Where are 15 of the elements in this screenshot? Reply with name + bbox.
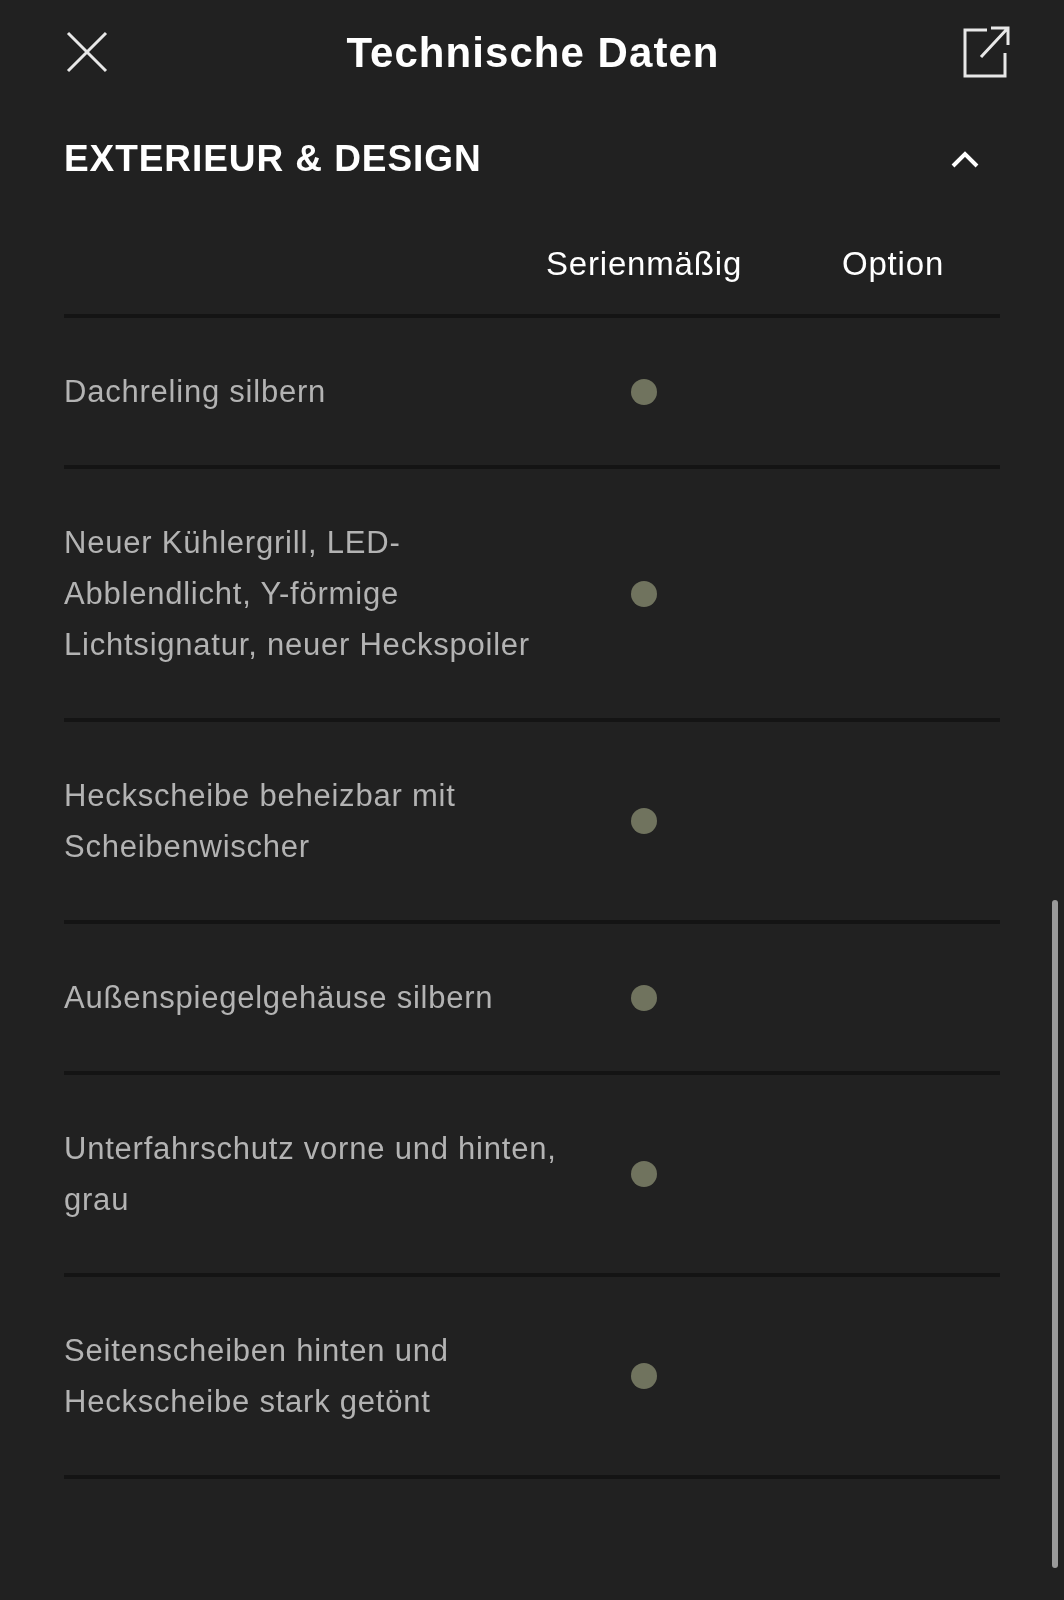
column-header: Option bbox=[841, 244, 945, 285]
feature-label: Unterfahrschutz vorne und hinten, grau bbox=[64, 1130, 558, 1219]
scrollbar-thumb[interactable] bbox=[1052, 900, 1058, 1568]
feature-label: Seitenscheiben hinten und Heckscheibe stark getönt bbox=[64, 1332, 450, 1421]
chevron-up-icon bbox=[950, 149, 980, 169]
feature-label: Heckscheibe beheizbar mit Scheibenwischer bbox=[64, 777, 457, 866]
feature-label: Dachreling silbern bbox=[64, 373, 328, 411]
feature-label: Außenspiegelgehäuse silbern bbox=[64, 979, 495, 1017]
column-header: Serienmäßig bbox=[545, 244, 743, 285]
section-header[interactable]: EXTERIEUR & DESIGN bbox=[64, 104, 1000, 214]
feature-label: Neuer Kühlergrill, LED-Abblendlicht, Y-förmige Lichtsignatur, neuer Heckspoiler bbox=[64, 524, 531, 664]
close-icon bbox=[66, 31, 108, 73]
page-title: Technische Daten bbox=[346, 27, 720, 78]
close-button[interactable] bbox=[64, 29, 110, 75]
section-title: EXTERIEUR & DESIGN bbox=[64, 137, 482, 182]
